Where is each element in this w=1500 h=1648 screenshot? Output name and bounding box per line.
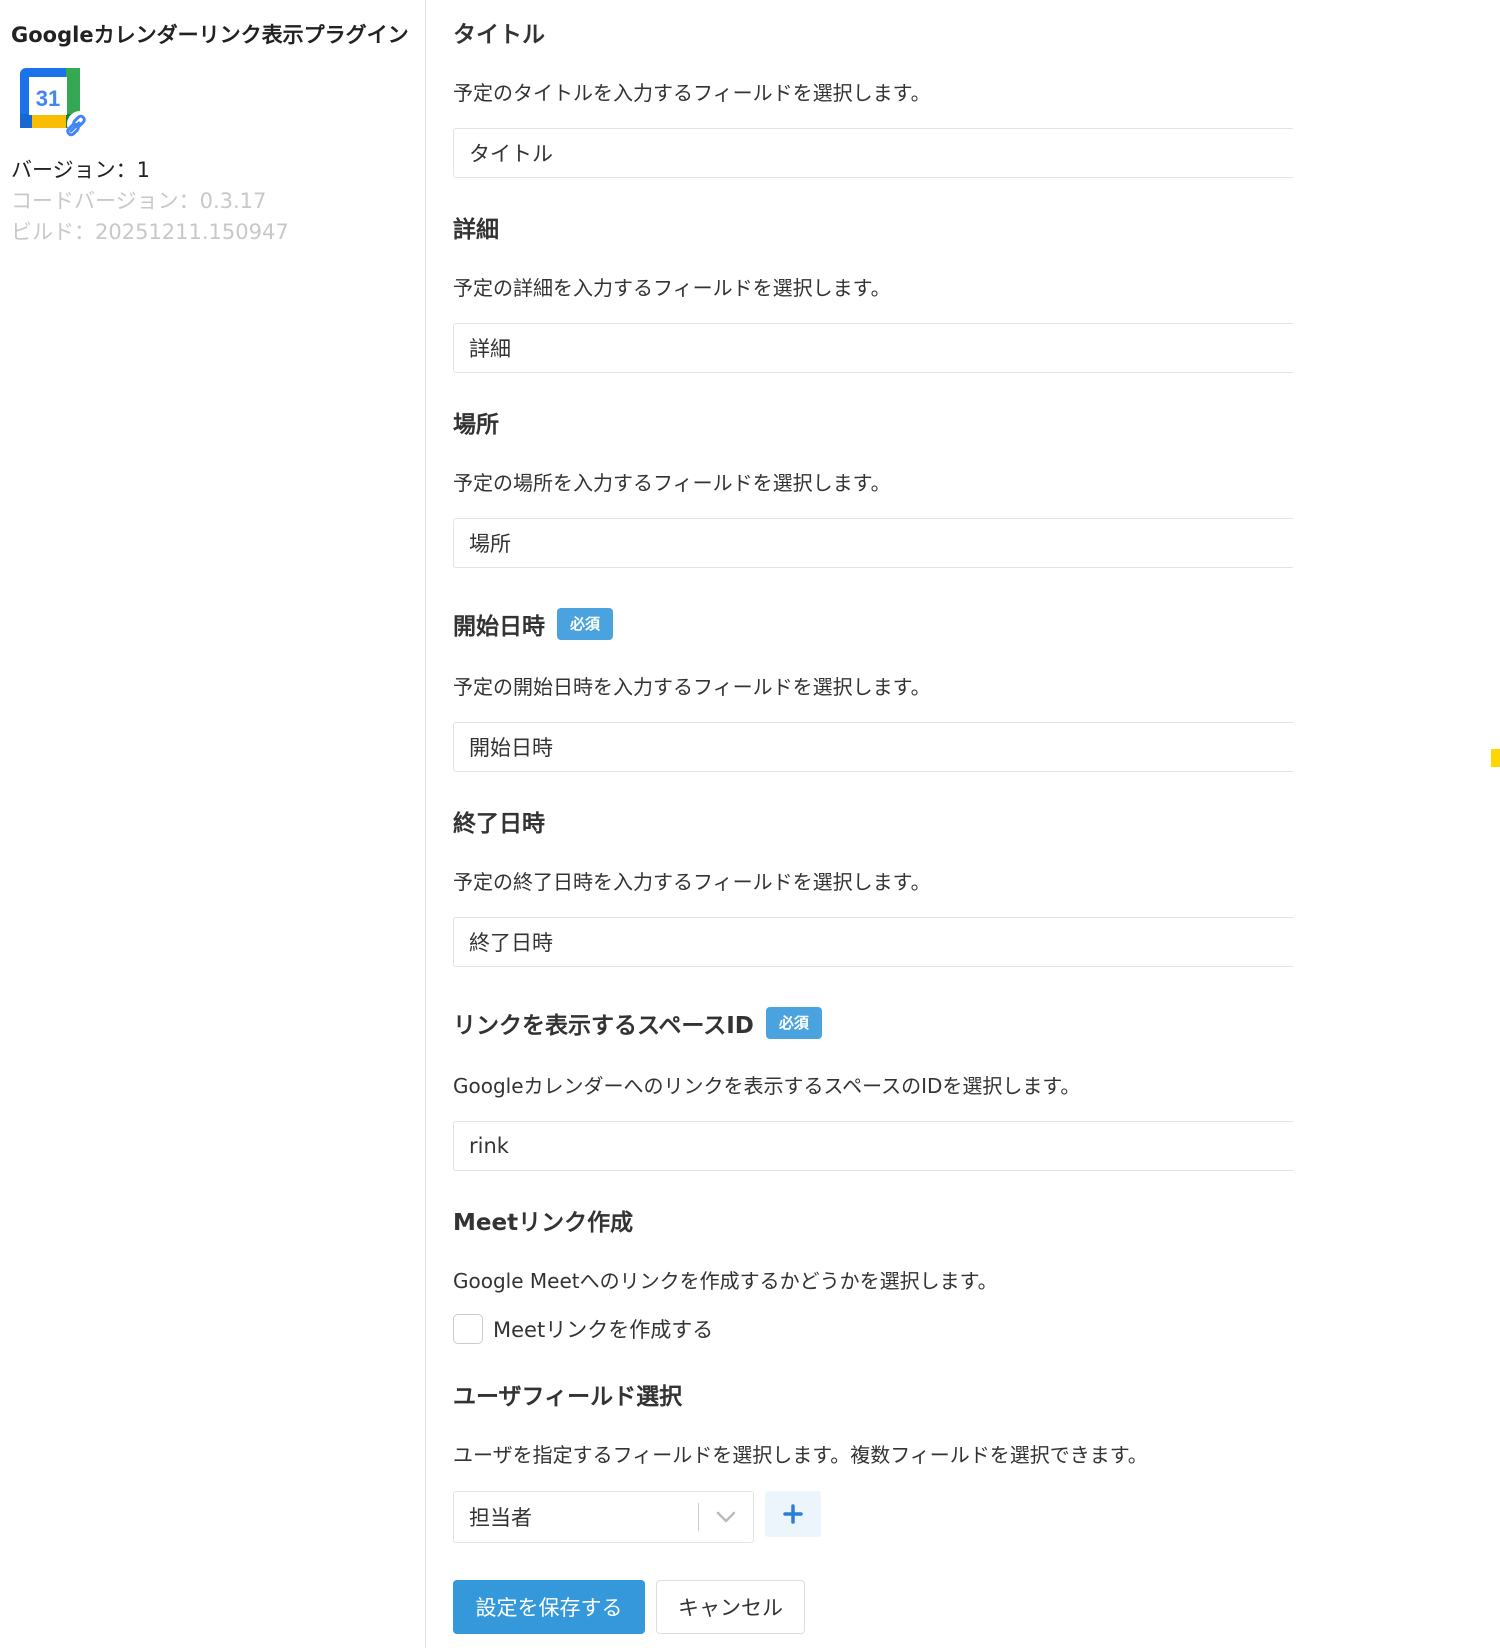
title-field-label: タイトル [453,22,545,48]
user-fields-heading: ユーザフィールド選択 [453,1374,682,1414]
space-id-field-description: Googleカレンダーへのリンクを表示するスペースのIDを選択します。 [453,1074,1081,1098]
build-number: ビルド：20251211.150947 [11,220,289,244]
detail-field-heading: 詳細 [453,207,499,247]
start-field-label: 開始日時 [453,614,545,640]
save-settings-button[interactable]: 設定を保存する [453,1580,645,1634]
plugin-version: バージョン：1 [11,158,150,182]
space-id-field-label: リンクを表示するスペースID [453,1013,754,1039]
google-calendar-link-icon: 31 [20,68,93,137]
chevron-down-icon[interactable] [699,1492,753,1542]
meet-field-heading: Meetリンク作成 [453,1200,633,1240]
detail-field-select[interactable]: 詳細 [453,323,1293,373]
title-field-heading: タイトル [453,12,545,52]
plugin-info-sidebar: Googleカレンダーリンク表示プラグイン 31 バージョン：1 コードバージョ… [0,0,426,1648]
detail-field-description: 予定の詳細を入力するフィールドを選択します。 [453,276,891,300]
plugin-title: Googleカレンダーリンク表示プラグイン [11,23,409,47]
required-badge: 必須 [557,608,614,640]
meet-checkbox-label[interactable]: Meetリンクを作成する [493,1314,713,1344]
location-field-select[interactable]: 場所 [453,518,1293,568]
end-field-select[interactable]: 終了日時 [453,917,1293,967]
space-id-field-value: rink [469,1134,509,1158]
version-info: バージョン：1 コードバージョン：0.3.17 ビルド：20251211.150… [11,155,425,248]
meet-field-label: Meetリンク作成 [453,1210,634,1236]
start-field-heading: 開始日時 必須 [453,604,614,644]
plugin-settings-page: Googleカレンダーリンク表示プラグイン 31 バージョン：1 コードバージョ… [0,0,1500,1648]
meet-checkbox[interactable] [453,1314,483,1344]
required-badge: 必須 [765,1007,822,1039]
end-field-label: 終了日時 [453,811,545,837]
title-field-select[interactable]: タイトル [453,128,1293,178]
start-field-select[interactable]: 開始日時 [453,722,1293,772]
cancel-button[interactable]: キャンセル [656,1580,805,1634]
start-field-value: 開始日時 [469,736,553,760]
location-field-value: 場所 [469,532,511,556]
plus-icon [783,1504,803,1524]
location-field-label: 場所 [453,412,499,438]
calendar-day-number: 31 [36,86,60,111]
user-field-dropdown[interactable]: 担当者 [453,1491,754,1543]
user-fields-label: ユーザフィールド選択 [453,1384,683,1410]
meet-field-description: Google Meetへのリンクを作成するかどうかを選択します。 [453,1269,998,1293]
edge-marker [1491,749,1500,767]
start-field-description: 予定の開始日時を入力するフィールドを選択します。 [453,675,931,699]
title-field-value: タイトル [469,142,553,166]
end-field-heading: 終了日時 [453,801,545,841]
code-version: コードバージョン：0.3.17 [11,189,267,213]
end-field-description: 予定の終了日時を入力するフィールドを選択します。 [453,870,931,894]
space-id-field-heading: リンクを表示するスペースID 必須 [453,1003,822,1043]
location-field-description: 予定の場所を入力するフィールドを選択します。 [453,471,891,495]
meet-checkbox-row[interactable]: Meetリンクを作成する [453,1312,713,1346]
title-field-description: 予定のタイトルを入力するフィールドを選択します。 [453,81,931,105]
space-id-field-select[interactable]: rink [453,1121,1293,1171]
add-user-field-button[interactable] [765,1491,821,1537]
end-field-value: 終了日時 [469,931,553,955]
user-fields-description: ユーザを指定するフィールドを選択します。複数フィールドを選択できます。 [453,1443,1148,1467]
detail-field-value: 詳細 [469,337,511,361]
location-field-heading: 場所 [453,402,499,442]
user-field-selected-value: 担当者 [469,1506,532,1530]
detail-field-label: 詳細 [453,217,499,243]
